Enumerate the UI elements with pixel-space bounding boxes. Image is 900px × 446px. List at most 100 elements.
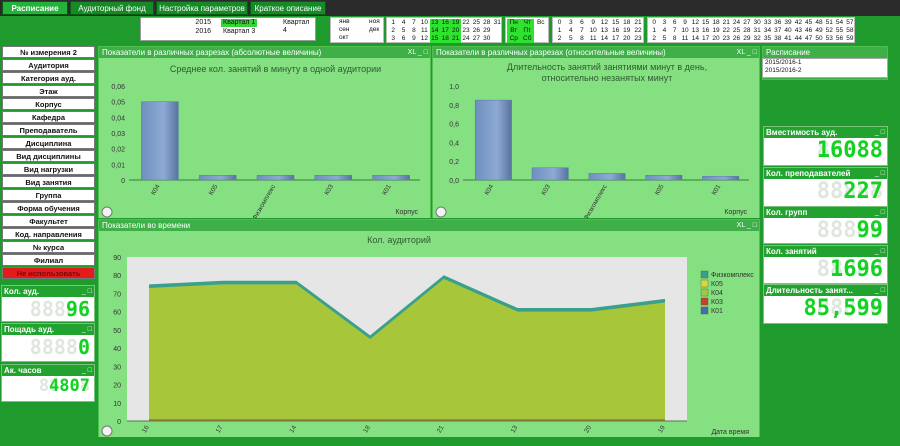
sidebar-item[interactable]: № курса: [2, 241, 95, 253]
grid-cell[interactable]: 21: [632, 19, 643, 27]
grid-cell[interactable]: Сб: [520, 35, 534, 43]
grid-cell[interactable]: 9: [409, 35, 419, 43]
grid-cell[interactable]: 23: [632, 35, 643, 43]
grid-cell[interactable]: 3: [388, 35, 398, 43]
grid-cell[interactable]: 15: [701, 19, 711, 27]
grid-cell[interactable]: 19: [621, 27, 632, 35]
grid-cell[interactable]: 14: [599, 35, 610, 43]
grid-cell[interactable]: 36: [773, 19, 783, 27]
grid-cell[interactable]: 22: [461, 19, 471, 27]
kpi-buttons[interactable]: _ □: [875, 207, 885, 218]
grid-cell[interactable]: 4: [398, 19, 408, 27]
grid-cell[interactable]: 2: [554, 35, 565, 43]
grid-cell[interactable]: 31: [492, 19, 502, 27]
grid-cell[interactable]: 28: [482, 19, 492, 27]
grid-cell[interactable]: 20: [450, 27, 461, 35]
month-option[interactable]: ноя: [369, 18, 380, 26]
grid-cell[interactable]: [492, 27, 502, 35]
grid-cell[interactable]: 2: [649, 35, 659, 43]
grid-cell[interactable]: 23: [461, 27, 471, 35]
grid-cell[interactable]: 14: [429, 27, 440, 35]
grid-cell[interactable]: 6: [576, 19, 587, 27]
tab-settings[interactable]: Настройка параметров: [156, 1, 248, 15]
sidebar-item[interactable]: Филиал: [2, 254, 95, 266]
grid-cell[interactable]: 32: [752, 35, 762, 43]
grid-cell[interactable]: 9: [588, 19, 599, 27]
grid-cell[interactable]: 52: [824, 27, 834, 35]
grid-cell[interactable]: 3: [659, 19, 669, 27]
grid-cell[interactable]: Вт: [507, 27, 521, 35]
sidebar-item[interactable]: Корпус: [2, 98, 95, 110]
sidebar-item[interactable]: Этаж: [2, 85, 95, 97]
grid-cell[interactable]: 41: [783, 35, 793, 43]
grid-cell[interactable]: 25: [731, 27, 741, 35]
grid-cell[interactable]: 19: [711, 27, 721, 35]
sidebar-item[interactable]: Не использовать: [2, 267, 95, 279]
grid-cell[interactable]: 17: [440, 27, 451, 35]
sidebar-item[interactable]: Вид дисциплины: [2, 150, 95, 162]
year-quarter-selector[interactable]: 2015 Квартал 1 Квартал 4 2016 Квартал 3: [140, 17, 316, 41]
grid-cell[interactable]: 2: [388, 27, 398, 35]
grid-cell[interactable]: 6: [398, 35, 408, 43]
grid-cell[interactable]: Пн: [507, 19, 521, 27]
grid-cell[interactable]: 15: [429, 35, 440, 43]
kpi-buttons[interactable]: _ □: [875, 168, 885, 179]
grid-cell[interactable]: 5: [398, 27, 408, 35]
year-row-2015[interactable]: 2015 Квартал 1 Квартал 4: [141, 19, 315, 34]
grid-cell[interactable]: 56: [834, 35, 844, 43]
grid-cell[interactable]: Пт: [520, 27, 534, 35]
grid-cell[interactable]: 8: [409, 27, 419, 35]
grid-cell[interactable]: 0: [649, 19, 659, 27]
panel-buttons[interactable]: XL _ □: [737, 220, 757, 231]
grid-cell[interactable]: 18: [621, 19, 632, 27]
kpi-buttons[interactable]: _ □: [875, 127, 885, 138]
grid-cell[interactable]: 1: [388, 19, 398, 27]
kpi-buttons[interactable]: _ □: [875, 285, 885, 296]
kpi-buttons[interactable]: _ □: [82, 324, 92, 335]
grid-cell[interactable]: 37: [773, 27, 783, 35]
month-option[interactable]: окт: [339, 34, 349, 42]
sidebar-item[interactable]: Группа: [2, 189, 95, 201]
grid-cell[interactable]: 11: [588, 35, 599, 43]
grid-cell[interactable]: 21: [450, 35, 461, 43]
grid-cell[interactable]: 25: [471, 19, 481, 27]
grid-cell[interactable]: 14: [690, 35, 700, 43]
grid-cell[interactable]: 21: [721, 19, 731, 27]
sidebar-item[interactable]: Форма обучения: [2, 202, 95, 214]
sidebar-item[interactable]: Категория ауд.: [2, 72, 95, 84]
schedule-list[interactable]: 2015/2016-1 2015/2016-2: [762, 58, 888, 78]
grid-cell[interactable]: 46: [804, 27, 814, 35]
grid-cell[interactable]: 55: [834, 27, 844, 35]
grid-cell[interactable]: 29: [742, 35, 752, 43]
grid-cell[interactable]: 39: [783, 19, 793, 27]
grid-cell[interactable]: 54: [834, 19, 844, 27]
grid-cell[interactable]: 42: [793, 19, 803, 27]
grid-cell[interactable]: 13: [690, 27, 700, 35]
grid-cell[interactable]: 51: [824, 19, 834, 27]
grid-cell[interactable]: 24: [461, 35, 471, 43]
month-option[interactable]: сен: [339, 26, 349, 34]
grid-cell[interactable]: 30: [752, 19, 762, 27]
grid-cell[interactable]: 22: [721, 27, 731, 35]
grid-cell[interactable]: 15: [610, 19, 621, 27]
grid-cell[interactable]: 6: [670, 19, 680, 27]
grid-cell[interactable]: 10: [680, 27, 690, 35]
month-option[interactable]: янв: [339, 18, 350, 26]
list-item[interactable]: 2015/2016-2: [763, 67, 887, 75]
grid-cell[interactable]: 7: [576, 27, 587, 35]
tab-classroom-fund[interactable]: Аудиторный фонд: [70, 1, 154, 15]
grid-cell[interactable]: 45: [804, 19, 814, 27]
grid-cell[interactable]: 0: [554, 19, 565, 27]
month-option[interactable]: дек: [369, 26, 379, 34]
grid-cell[interactable]: 13: [599, 27, 610, 35]
grid-cell[interactable]: 3: [565, 19, 576, 27]
hour-selector[interactable]: 0 3 6 9 12 15 18 21 1 4 7 10 13 16 19 22 2 5 8 11 14 17 20 23: [552, 17, 644, 43]
grid-cell[interactable]: 7: [670, 27, 680, 35]
grid-cell[interactable]: 40: [783, 27, 793, 35]
grid-cell[interactable]: 47: [804, 35, 814, 43]
grid-cell[interactable]: 5: [659, 35, 669, 43]
grid-cell[interactable]: 38: [773, 35, 783, 43]
grid-cell[interactable]: 8: [576, 35, 587, 43]
grid-cell[interactable]: 50: [814, 35, 824, 43]
grid-cell[interactable]: 49: [814, 27, 824, 35]
